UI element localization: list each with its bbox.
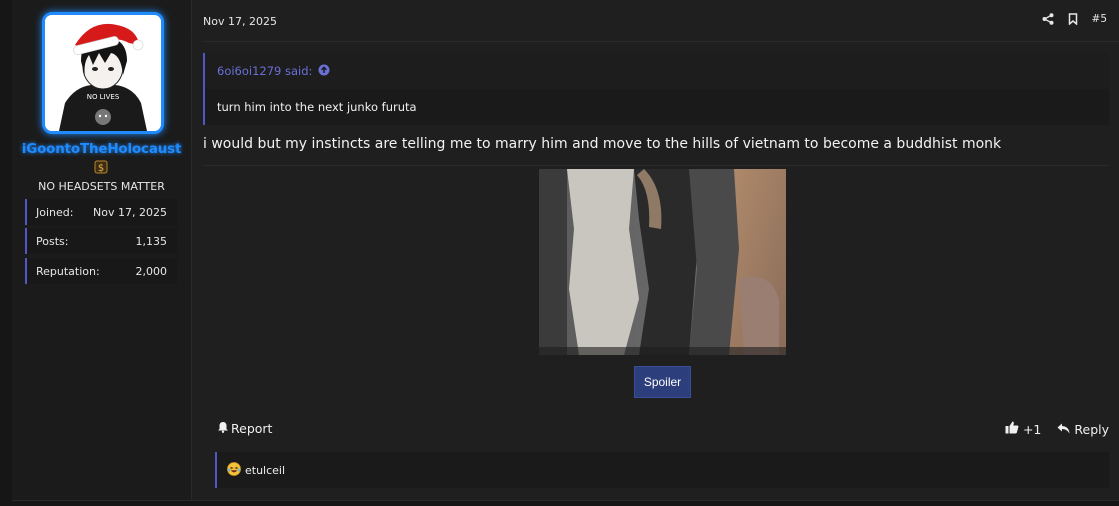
post-number[interactable]: #5 — [1092, 13, 1107, 25]
report-label: Report — [231, 421, 273, 436]
stat-value: 2,000 — [135, 264, 168, 278]
user-column: NO LIVES iGoontoTheHolocaust $ NO HEADSE… — [12, 0, 192, 500]
reply-label: Reply — [1074, 421, 1109, 437]
stat-joined: Joined: Nov 17, 2025 — [25, 199, 177, 225]
stat-value: Nov 17, 2025 — [93, 205, 167, 219]
laughing-emoji-icon — [227, 461, 241, 479]
username[interactable]: iGoontoTheHolocaust — [12, 141, 191, 157]
quote-author[interactable]: 6oi6oi1279 said: — [217, 64, 312, 78]
avatar-hoodie-text: NO LIVES — [87, 93, 120, 101]
gif-content — [539, 169, 786, 355]
avatar[interactable]: NO LIVES — [42, 12, 164, 134]
header-divider — [203, 41, 1119, 42]
spoiler-button[interactable]: Spoiler — [634, 366, 691, 398]
message-divider — [203, 165, 1109, 166]
reactions-bar[interactable]: etulceil — [215, 452, 1109, 488]
stat-label: Reputation: — [36, 264, 100, 278]
avatar-image: NO LIVES — [45, 15, 161, 131]
stat-reputation: Reputation: 2,000 — [25, 258, 177, 284]
stat-posts: Posts: 1,135 — [25, 228, 177, 254]
quote-header[interactable]: 6oi6oi1279 said: — [205, 53, 1109, 89]
like-button[interactable]: +1 — [1005, 421, 1041, 437]
post: NO LIVES iGoontoTheHolocaust $ NO HEADSE… — [12, 0, 1119, 501]
like-count: +1 — [1022, 421, 1042, 437]
user-column-arrow — [191, 28, 198, 42]
reply-icon — [1057, 422, 1070, 437]
post-footer-actions: +1 Reply — [1005, 421, 1109, 437]
arrow-up-circle-icon[interactable] — [318, 64, 330, 79]
quote-text: turn him into the next junko furuta — [217, 100, 417, 114]
bell-icon — [217, 421, 229, 436]
bookmark-icon[interactable] — [1068, 13, 1078, 25]
post-main: Nov 17, 2025 #5 6oi6oi1279 said: turn hi… — [203, 0, 1119, 500]
post-date[interactable]: Nov 17, 2025 — [203, 15, 277, 28]
post-header-actions: #5 — [1042, 13, 1107, 25]
money-badge-icon: $ — [94, 160, 108, 174]
stat-value: 1,135 — [135, 234, 168, 248]
reaction-user[interactable]: etulceil — [245, 464, 285, 477]
share-icon[interactable] — [1042, 13, 1054, 25]
stat-label: Posts: — [36, 234, 69, 248]
post-message: i would but my instincts are telling me … — [203, 136, 1002, 152]
reply-button[interactable]: Reply — [1057, 422, 1109, 437]
svg-text:$: $ — [98, 163, 104, 174]
thumbs-up-icon — [1005, 421, 1019, 437]
report-button[interactable]: Report — [217, 421, 272, 436]
post-gif-image[interactable] — [539, 169, 786, 355]
stat-label: Joined: — [36, 205, 74, 219]
user-title: NO HEADSETS MATTER — [38, 180, 165, 193]
quote-block: 6oi6oi1279 said: turn him into the next … — [203, 53, 1109, 125]
